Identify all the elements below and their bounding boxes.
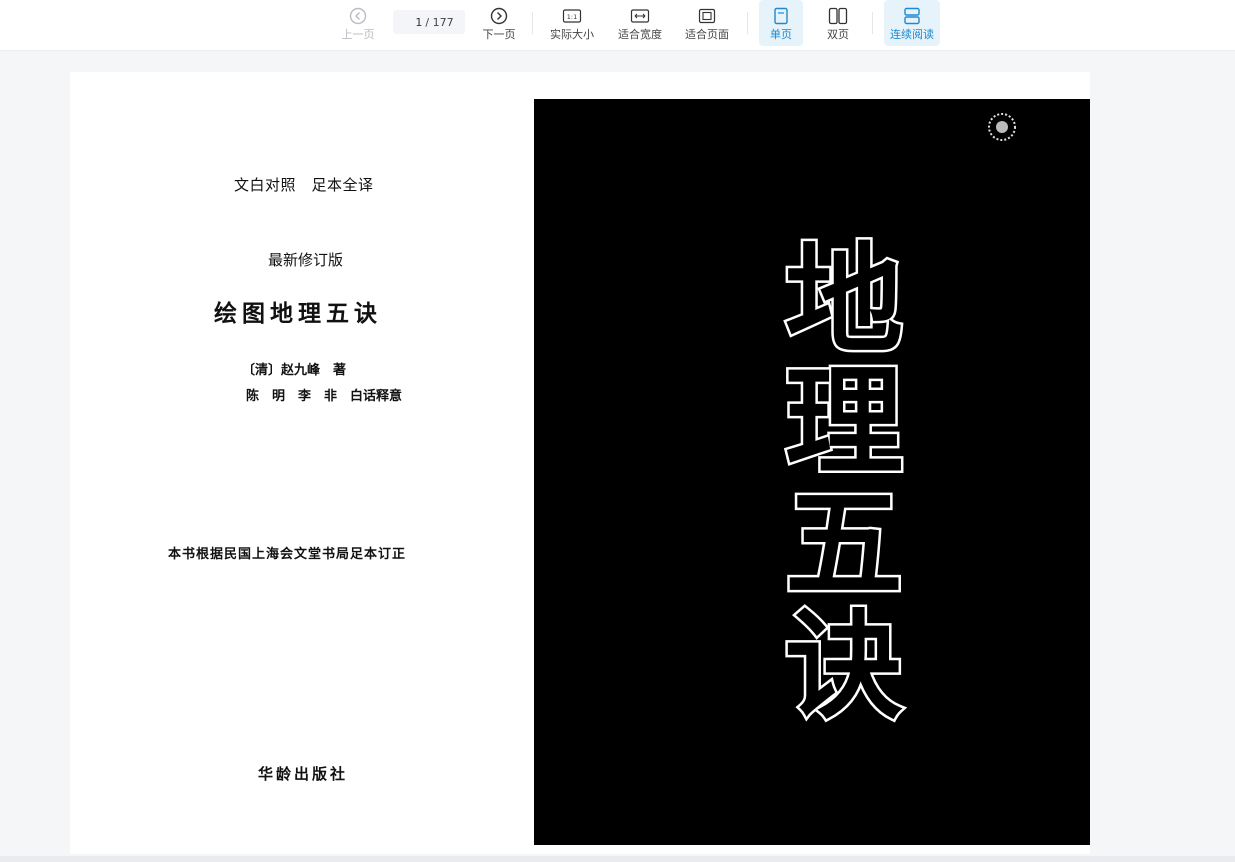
continuous-reading-label: 连续阅读: [890, 28, 934, 41]
toolbar-separator: [872, 12, 873, 34]
cover-title-char: 理: [782, 353, 905, 491]
revision-note: 最新修订版: [268, 251, 344, 269]
next-page-button[interactable]: 下一页: [477, 0, 521, 46]
single-page-label: 单页: [770, 28, 792, 41]
page-total: / 177: [425, 15, 454, 29]
actual-size-label: 实际大小: [550, 28, 594, 41]
chevron-left-circle-icon: [348, 6, 368, 26]
status-bar: [0, 856, 1235, 862]
cover-title-char: 五: [782, 475, 905, 613]
next-page-label: 下一页: [482, 28, 516, 41]
cover-title-char: 地: [782, 231, 905, 369]
document-viewer[interactable]: 文白对照 足本全译 最新修订版 绘图地理五诀 〔清〕赵九峰 著 陈 明 李 非 …: [70, 72, 1090, 854]
single-page-icon: [771, 6, 791, 26]
book-title: 绘图地理五诀: [214, 300, 382, 327]
source-note: 本书根据民国上海会文堂书局足本订正: [168, 547, 407, 562]
fit-width-label: 适合宽度: [618, 28, 662, 41]
translators-line: 陈 明 李 非 白话释意: [246, 389, 403, 404]
page-indicator: / 177: [393, 10, 465, 34]
toolbar: 上一页 / 177 下一页 1:1 实际大小 适合宽度 适合页面 单页: [0, 0, 1235, 51]
actual-size-icon: 1:1: [562, 6, 582, 26]
continuous-reading-button[interactable]: 连续阅读: [884, 0, 940, 46]
toolbar-separator: [532, 12, 533, 34]
author-line: 〔清〕赵九峰 著: [242, 363, 347, 378]
fit-page-icon: [697, 6, 717, 26]
fit-width-button[interactable]: 适合宽度: [614, 0, 666, 46]
fit-page-button[interactable]: 适合页面: [681, 0, 733, 46]
book-cover: 地 理 五 诀: [534, 99, 1090, 845]
prev-page-label: 上一页: [341, 28, 375, 41]
cover-title: 地 理 五 诀: [764, 231, 924, 735]
continuous-scroll-icon: [902, 6, 922, 26]
fit-page-label: 适合页面: [685, 28, 729, 41]
toolbar-separator: [747, 12, 748, 34]
svg-text:1:1: 1:1: [567, 13, 577, 21]
fit-width-icon: [630, 6, 650, 26]
single-page-button[interactable]: 单页: [759, 0, 803, 46]
double-page-label: 双页: [827, 28, 849, 41]
cover-title-char: 诀: [782, 597, 905, 735]
edition-note: 文白对照 足本全译: [234, 176, 374, 194]
publisher: 华龄出版社: [258, 765, 349, 783]
actual-size-button[interactable]: 1:1 实际大小: [546, 0, 598, 46]
double-page-icon: [828, 6, 848, 26]
cover-emblem: [988, 113, 1016, 141]
chevron-right-circle-icon: [489, 6, 509, 26]
page-number-input[interactable]: [404, 15, 423, 29]
double-page-button[interactable]: 双页: [816, 0, 860, 46]
prev-page-button[interactable]: 上一页: [336, 0, 380, 46]
title-page: 文白对照 足本全译 最新修订版 绘图地理五诀 〔清〕赵九峰 著 陈 明 李 非 …: [70, 72, 530, 854]
